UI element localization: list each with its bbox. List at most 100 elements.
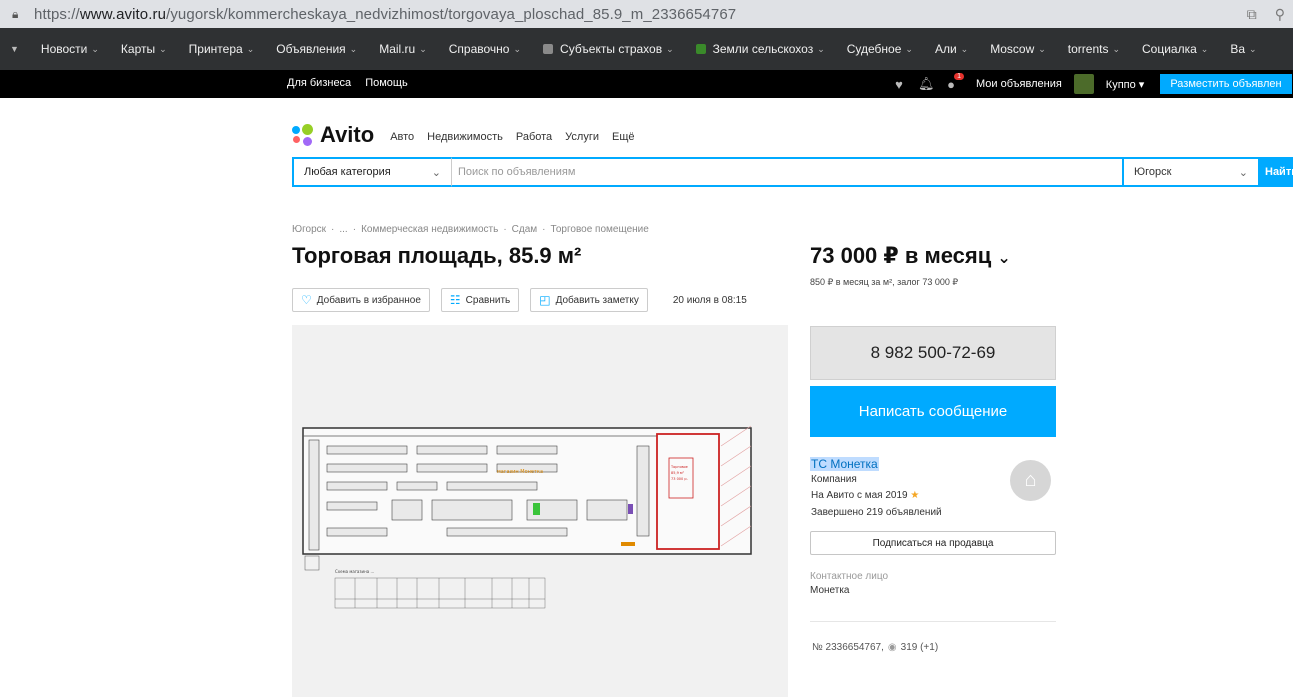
bookmark-label: Принтера	[188, 42, 243, 56]
listing-views: 319 (+1)	[900, 642, 939, 653]
price[interactable]: 73 000 ₽ в месяц ⌄	[810, 243, 1011, 269]
avatar[interactable]	[1073, 74, 1094, 94]
chevron-down-icon: ⌄	[246, 43, 255, 54]
heart-outline-icon: ♡	[301, 293, 312, 307]
nav-link[interactable]: Ещё	[612, 131, 635, 143]
contact-person-label: Контактное лицо	[810, 571, 889, 582]
subscribe-seller-button[interactable]: Подписаться на продавца	[810, 531, 1056, 555]
avito-logo-icon[interactable]	[292, 124, 314, 146]
avito-top-strip: Для бизнеса Помощь ♥ 🔔︎ ● 1 Мои объявлени…	[0, 70, 1293, 98]
lock-icon: 🔒︎	[12, 6, 19, 21]
seller-since: На Авито с мая 2019 ★	[811, 490, 920, 501]
avito-logo-text[interactable]: Avito	[320, 122, 374, 148]
bookmark-folder[interactable]: Mail.ru ⌄	[369, 42, 439, 56]
bookmark-label: Moscow	[990, 42, 1035, 56]
chevron-down-icon: ⌄	[1038, 43, 1046, 54]
nav-link[interactable]: Авто	[390, 131, 414, 143]
bookmark-folder[interactable]: Социалка ⌄	[1132, 42, 1220, 56]
bookmark-label: Справочно	[448, 42, 510, 56]
chevron-down-icon: ⌄	[817, 43, 825, 54]
find-button[interactable]: Найти	[1258, 157, 1293, 187]
bookmark-folder[interactable]: Новости ⌄	[31, 42, 111, 56]
bookmark-folder[interactable]: Субъекты страхов ⌄	[533, 42, 686, 56]
seller-name-link[interactable]: ТС Монетка	[810, 457, 879, 471]
bookmark-label: Ва	[1230, 42, 1246, 56]
floor-plan-image: магазин Монетка Торговое 85,9 м² 73 000 …	[297, 416, 785, 616]
compare-icon: ☷	[449, 293, 461, 307]
for-business-link[interactable]: Для бизнеса	[287, 77, 351, 89]
chevron-down-icon: ⌄	[666, 43, 674, 54]
eye-icon: ◉	[887, 642, 897, 653]
url-text[interactable]: https://www.avito.ru/yugorsk/kommerchesk…	[34, 6, 736, 23]
bookmark-folder[interactable]: Ва ⌄	[1220, 42, 1268, 56]
add-note-button[interactable]: ◰ Добавить заметку	[530, 288, 648, 312]
compare-button[interactable]: ☷ Сравнить	[440, 288, 520, 312]
chevron-down-icon: ⌄	[1112, 43, 1121, 54]
chevron-down-icon: ⌄	[431, 166, 441, 179]
bookmark-label: Карты	[120, 42, 156, 56]
svg-text:Схема магазина ...: Схема магазина ...	[335, 569, 374, 574]
svg-text:магазин Монетка: магазин Монетка	[497, 469, 543, 475]
bookmark-folder[interactable]: Судебное ⌄	[837, 42, 925, 56]
bookmarks-bar: ▼ Новости ⌄ Карты ⌄ Принтера ⌄ Объявления ⌄ Mail…	[0, 28, 1293, 70]
search-icon[interactable]: ⚲	[1275, 6, 1285, 23]
city-select[interactable]: Югорск ⌄	[1124, 157, 1258, 187]
svg-text:73 000 р.: 73 000 р.	[671, 477, 688, 481]
breadcrumb-item[interactable]: Торговое помещение	[551, 224, 649, 235]
bookmark-label: Новости	[40, 42, 88, 56]
divider	[810, 621, 1056, 622]
bookmarks-overflow[interactable]: ▼	[0, 44, 31, 54]
breadcrumb-item[interactable]: Коммерческая недвижимость	[361, 224, 498, 235]
bookmark-folder[interactable]: Принтера ⌄	[179, 42, 267, 56]
heart-icon[interactable]: ♥	[892, 77, 906, 92]
listing-photo[interactable]: магазин Монетка Торговое 85,9 м² 73 000 …	[292, 325, 788, 697]
post-ad-button[interactable]: Разместить объявлен	[1160, 74, 1292, 94]
search-input[interactable]: Поиск по объявлениям	[452, 157, 1124, 187]
seller-type: Компания	[811, 474, 857, 485]
show-phone-button[interactable]: 8 982 500-72-69	[810, 326, 1056, 380]
chevron-down-icon: ⌄	[349, 43, 358, 54]
my-ads-link[interactable]: Мои объявления	[976, 78, 1062, 90]
tab-search-icon[interactable]: ⧉	[1247, 6, 1257, 23]
nav-link[interactable]: Недвижимость	[427, 131, 503, 143]
nav-link[interactable]: Услуги	[565, 131, 599, 143]
bell-icon[interactable]: 🔔︎	[918, 76, 935, 92]
seller-completed-ads: Завершено 219 объявлений	[811, 507, 942, 518]
chevron-down-icon: ⌄	[1249, 43, 1257, 54]
browser-address-bar[interactable]: 🔒︎ https://www.avito.ru/yugorsk/kommerch…	[0, 0, 1293, 28]
breadcrumb-separator: ·	[503, 224, 507, 235]
site-header: Avito Авто Недвижимость Работа Услуги Ещё	[292, 122, 635, 148]
badge-icon: ★	[910, 490, 920, 501]
folder-icon	[543, 44, 554, 54]
listing-number: № 2336654767,	[812, 642, 884, 653]
add-favorite-button[interactable]: ♡ Добавить в избранное	[292, 288, 430, 312]
chevron-down-icon: ⌄	[419, 43, 427, 54]
search-bar: Любая категория ⌄ Поиск по объявлениям Ю…	[292, 157, 1293, 187]
bookmark-folder[interactable]: Moscow ⌄	[980, 42, 1058, 56]
bookmark-folder[interactable]: Али ⌄	[925, 42, 980, 56]
breadcrumb-item[interactable]: ...	[339, 224, 347, 235]
bookmark-label: Судебное	[846, 42, 902, 56]
bookmark-folder[interactable]: Справочно ⌄	[439, 42, 533, 56]
chevron-down-icon: ⌄	[905, 43, 913, 54]
breadcrumb-item[interactable]: Сдам	[512, 224, 538, 235]
folder-icon	[695, 44, 706, 54]
bookmark-folder[interactable]: Карты ⌄	[111, 42, 179, 56]
bookmark-folder[interactable]: Объявления ⌄	[266, 42, 369, 56]
write-message-button[interactable]: Написать сообщение	[810, 386, 1056, 437]
bookmark-label: Объявления	[276, 42, 346, 56]
chevron-down-icon: ⌄	[91, 43, 99, 54]
bookmark-folder[interactable]: Земли сельскохоз ⌄	[686, 42, 837, 56]
listing-meta: № 2336654767, ◉ 319 (+1)	[812, 642, 938, 653]
chevron-down-icon: ⌄	[513, 43, 522, 54]
notification-badge: 1	[954, 72, 964, 80]
user-menu[interactable]: Куппо ▾	[1106, 78, 1145, 91]
seller-avatar-shop-icon[interactable]: ⌂	[1010, 460, 1051, 501]
svg-text:85,9 м²: 85,9 м²	[671, 471, 685, 475]
help-link[interactable]: Помощь	[365, 77, 408, 89]
messages-icon[interactable]: ● 1	[944, 72, 964, 92]
category-select[interactable]: Любая категория ⌄	[292, 157, 452, 187]
bookmark-folder[interactable]: torrents ⌄	[1058, 42, 1132, 56]
nav-link[interactable]: Работа	[516, 131, 552, 143]
breadcrumb-item[interactable]: Югорск	[292, 224, 326, 235]
